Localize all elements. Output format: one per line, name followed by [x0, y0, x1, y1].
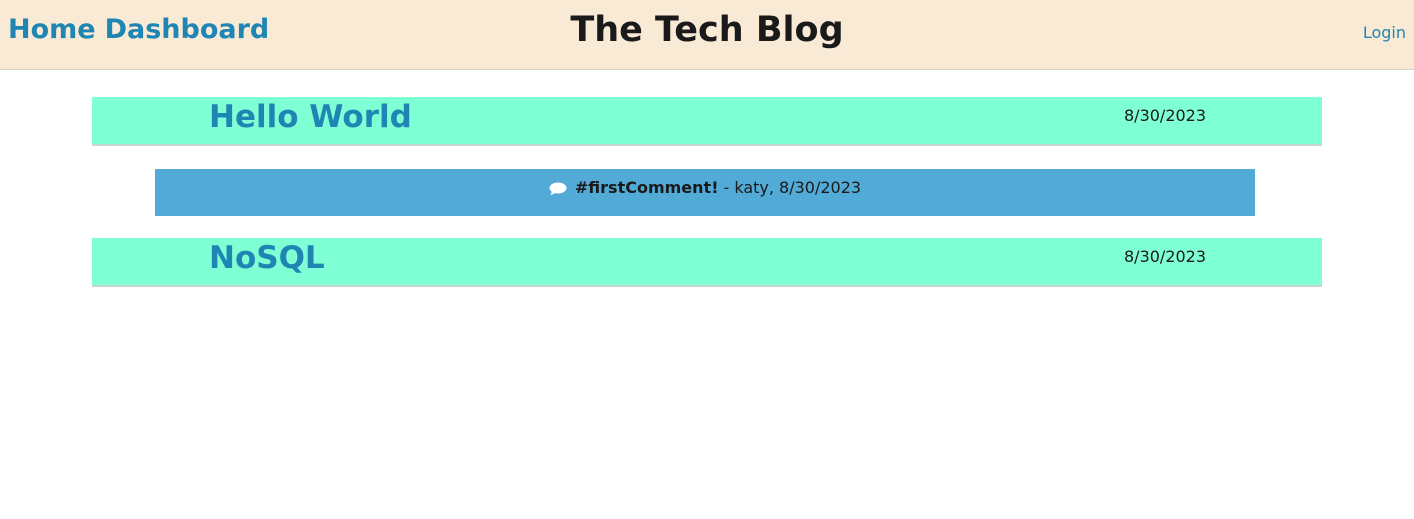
post-card[interactable]: Hello World 8/30/2023	[92, 97, 1322, 146]
comment-text: #firstComment!	[574, 178, 719, 197]
post-card[interactable]: NoSQL 8/30/2023	[92, 238, 1322, 287]
comment: #firstComment! - katy, 8/30/2023	[155, 169, 1255, 216]
post-date: 8/30/2023	[1124, 106, 1207, 125]
comment-meta: - katy, 8/30/2023	[723, 178, 862, 197]
post-title[interactable]: NoSQL	[209, 240, 325, 276]
speech-bubble-icon	[549, 181, 567, 196]
login-link[interactable]: Login	[1363, 23, 1406, 42]
post-title[interactable]: Hello World	[209, 99, 412, 135]
site-header: Home Dashboard The Tech Blog Login	[0, 0, 1414, 70]
site-title: The Tech Blog	[570, 10, 844, 50]
post-date: 8/30/2023	[1124, 247, 1207, 266]
